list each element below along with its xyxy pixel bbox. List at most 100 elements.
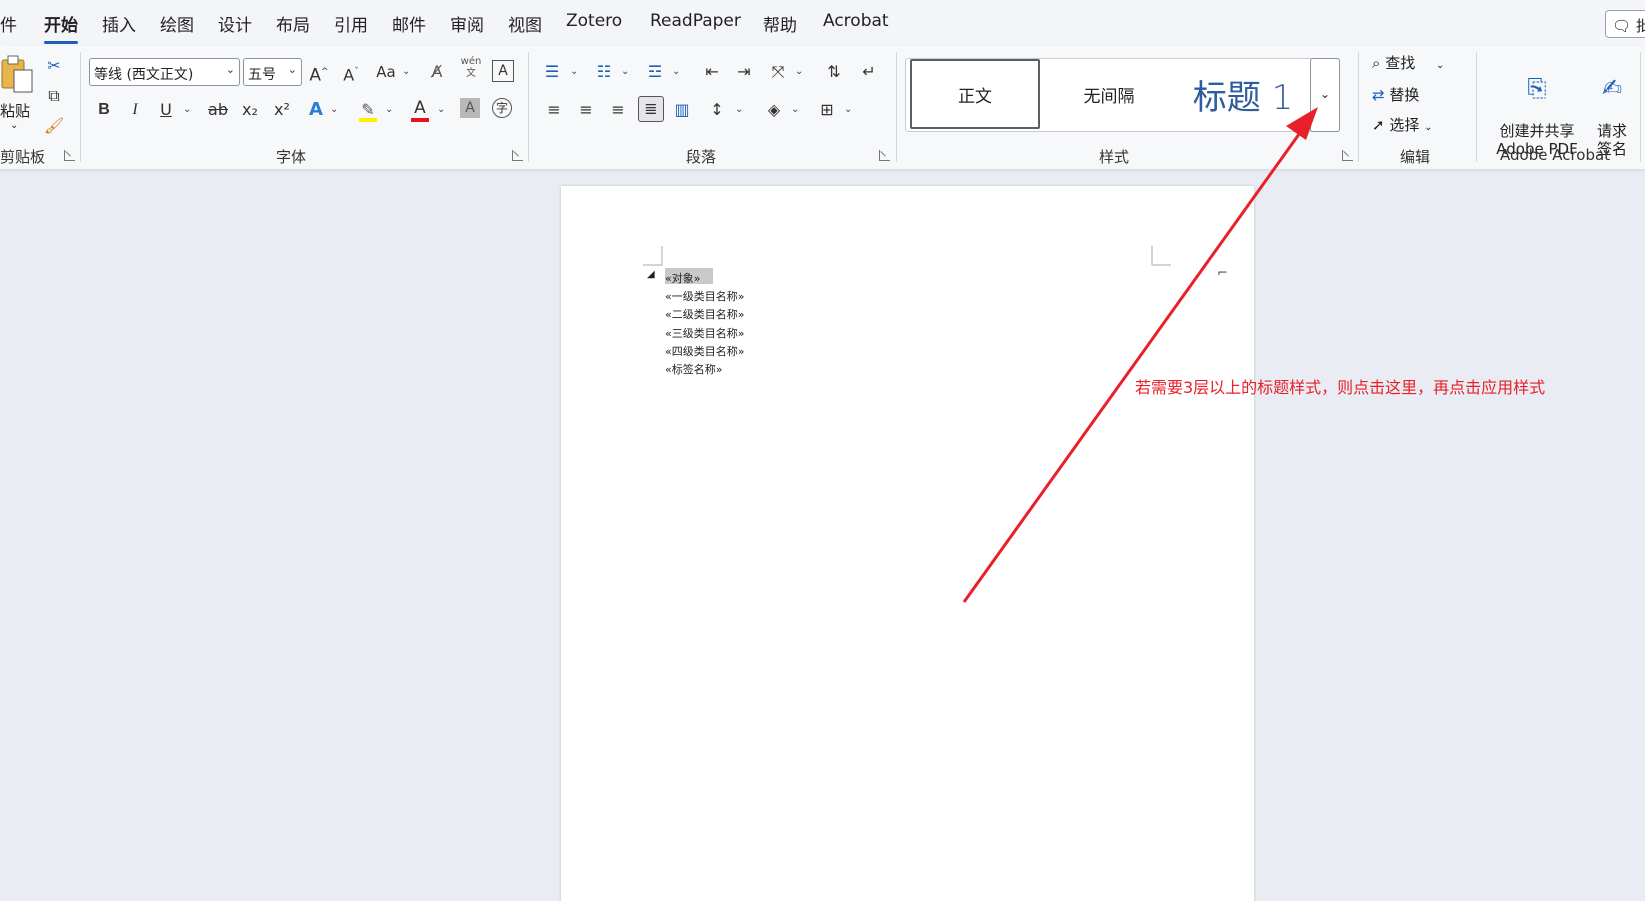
bullets-icon[interactable]: ☰: [540, 60, 564, 84]
tab-references[interactable]: 引用: [334, 11, 368, 36]
tab-readpaper[interactable]: ReadPaper: [650, 11, 741, 31]
chevron-down-icon: ⌄: [1424, 122, 1433, 133]
find-button[interactable]: ⌕ 查找 ⌄: [1372, 52, 1444, 73]
chevron-down-icon[interactable]: ⌄: [844, 98, 852, 122]
align-right-icon[interactable]: ≡: [606, 98, 630, 122]
tab-mailings[interactable]: 邮件: [392, 11, 426, 36]
style-heading-1[interactable]: 标题 1: [1178, 59, 1308, 129]
collapse-triangle-icon[interactable]: ◢: [647, 269, 655, 280]
show-marks-icon[interactable]: ↵: [857, 60, 881, 84]
bold-button[interactable]: B: [92, 98, 116, 122]
merge-field[interactable]: «三级类目名称»: [665, 325, 744, 341]
highlight-icon[interactable]: ✎: [356, 98, 380, 122]
styles-more-button[interactable]: ⌄: [1310, 58, 1340, 132]
clear-formatting-icon[interactable]: A̸: [425, 60, 449, 84]
style-normal[interactable]: 正文: [910, 59, 1040, 129]
subscript-button[interactable]: x₂: [238, 98, 262, 122]
style-no-spacing[interactable]: 无间隔: [1044, 59, 1174, 129]
chevron-down-icon[interactable]: ⌄: [385, 98, 393, 122]
paste-dropdown-icon[interactable]: ⌄: [10, 120, 18, 131]
tab-draw[interactable]: 绘图: [160, 11, 194, 36]
italic-button[interactable]: I: [123, 98, 147, 122]
tab-zotero[interactable]: Zotero: [566, 11, 622, 31]
phonetic-guide-bottom: 文: [466, 68, 476, 79]
replace-icon: ⇄: [1372, 86, 1385, 104]
font-color-button[interactable]: A: [408, 96, 432, 122]
chevron-down-icon[interactable]: ⌄: [437, 98, 445, 122]
cut-icon[interactable]: ✂: [42, 54, 66, 78]
tab-layout[interactable]: 布局: [276, 11, 310, 36]
change-case-button[interactable]: Aa: [372, 60, 400, 84]
font-size-combo[interactable]: 五号 ⌄: [243, 58, 302, 86]
decrease-indent-icon[interactable]: ⇤: [700, 60, 724, 84]
phonetic-guide-button[interactable]: wén 文: [459, 56, 483, 80]
font-name-combo[interactable]: 等线 (西文正文) ⌄: [89, 58, 240, 86]
find-label: 查找: [1385, 54, 1416, 72]
tab-view[interactable]: 视图: [508, 11, 542, 36]
text-effects-button[interactable]: A: [304, 98, 328, 122]
merge-field[interactable]: «二级类目名称»: [665, 306, 744, 322]
annotation-text: 若需要3层以上的标题样式，则点击这里，再点击应用样式: [1135, 378, 1546, 397]
margin-corner-top-right: [1151, 246, 1171, 266]
strikethrough-button[interactable]: ab: [206, 98, 230, 122]
merge-field[interactable]: «标签名称»: [665, 361, 722, 377]
shading-icon[interactable]: ◈: [762, 98, 786, 122]
chevron-down-icon[interactable]: ⌄: [672, 60, 680, 84]
comment-marker-icon[interactable]: ⌐: [1217, 266, 1228, 281]
line-spacing-icon[interactable]: ↕: [705, 98, 729, 122]
chevron-down-icon[interactable]: ⌄: [402, 60, 410, 84]
tab-insert[interactable]: 插入: [102, 11, 136, 36]
format-painter-icon[interactable]: 🖌: [42, 114, 66, 138]
copy-icon[interactable]: ⧉: [42, 84, 66, 108]
numbering-icon[interactable]: ☷: [592, 60, 616, 84]
chevron-down-icon[interactable]: ⌄: [183, 98, 191, 122]
chevron-down-icon[interactable]: ⌄: [330, 98, 338, 122]
increase-indent-icon[interactable]: ⇥: [732, 60, 756, 84]
borders-icon[interactable]: ⊞: [815, 98, 839, 122]
replace-button[interactable]: ⇄ 替换: [1372, 84, 1419, 105]
merge-field[interactable]: «对象»: [665, 270, 700, 286]
tab-help[interactable]: 帮助: [763, 11, 797, 36]
paragraph-launcher-icon[interactable]: [879, 150, 890, 161]
tab-review[interactable]: 审阅: [450, 11, 484, 36]
select-button[interactable]: ➚ 选择 ⌄: [1372, 114, 1433, 135]
justify-icon[interactable]: ≣: [638, 96, 664, 122]
chevron-down-icon[interactable]: ⌄: [621, 60, 629, 84]
superscript-button[interactable]: x²: [270, 98, 294, 122]
group-separator: [80, 52, 81, 162]
tab-design[interactable]: 设计: [218, 11, 252, 36]
underline-button[interactable]: U: [154, 98, 178, 122]
tab-home[interactable]: 开始: [44, 11, 78, 44]
chevron-down-icon[interactable]: ⌄: [791, 98, 799, 122]
tab-acrobat[interactable]: Acrobat: [823, 11, 889, 31]
group-separator: [1476, 52, 1477, 162]
clipboard-launcher-icon[interactable]: [64, 150, 75, 161]
styles-launcher-icon[interactable]: [1342, 150, 1353, 161]
document-page[interactable]: ◢ «对象» «一级类目名称» «二级类目名称» «三级类目名称» «四级类目名…: [561, 186, 1254, 901]
align-center-icon[interactable]: ≡: [574, 98, 598, 122]
chevron-down-icon: ⌄: [1319, 87, 1331, 101]
style-normal-label: 正文: [958, 86, 992, 107]
enclose-characters-button[interactable]: 字: [492, 98, 512, 118]
chinese-layout-icon[interactable]: ⤧: [766, 60, 790, 84]
merge-field[interactable]: «一级类目名称»: [665, 288, 744, 304]
comment-button[interactable]: 🗨 批: [1605, 10, 1645, 38]
character-shading-button[interactable]: A: [460, 98, 480, 118]
shrink-font-icon[interactable]: Aˇ: [339, 60, 363, 84]
tab-file[interactable]: 件: [0, 11, 17, 36]
font-size-value: 五号: [248, 67, 276, 83]
chevron-down-icon[interactable]: ⌄: [795, 60, 803, 84]
sort-icon[interactable]: ⇅: [822, 60, 846, 84]
multilevel-list-icon[interactable]: ☲: [643, 60, 667, 84]
merge-field[interactable]: «四级类目名称»: [665, 343, 744, 359]
align-left-icon[interactable]: ≡: [542, 98, 566, 122]
font-launcher-icon[interactable]: [512, 150, 523, 161]
paragraph-group-label: 段落: [686, 148, 717, 166]
character-border-icon[interactable]: A: [492, 60, 514, 82]
paste-button[interactable]: 粘贴 ⌄: [0, 52, 34, 142]
grow-font-icon[interactable]: A^: [307, 60, 331, 86]
chevron-down-icon[interactable]: ⌄: [570, 60, 578, 84]
chevron-down-icon[interactable]: ⌄: [735, 98, 743, 122]
cursor-icon: ➚: [1372, 116, 1385, 134]
distributed-icon[interactable]: ▥: [670, 98, 694, 122]
